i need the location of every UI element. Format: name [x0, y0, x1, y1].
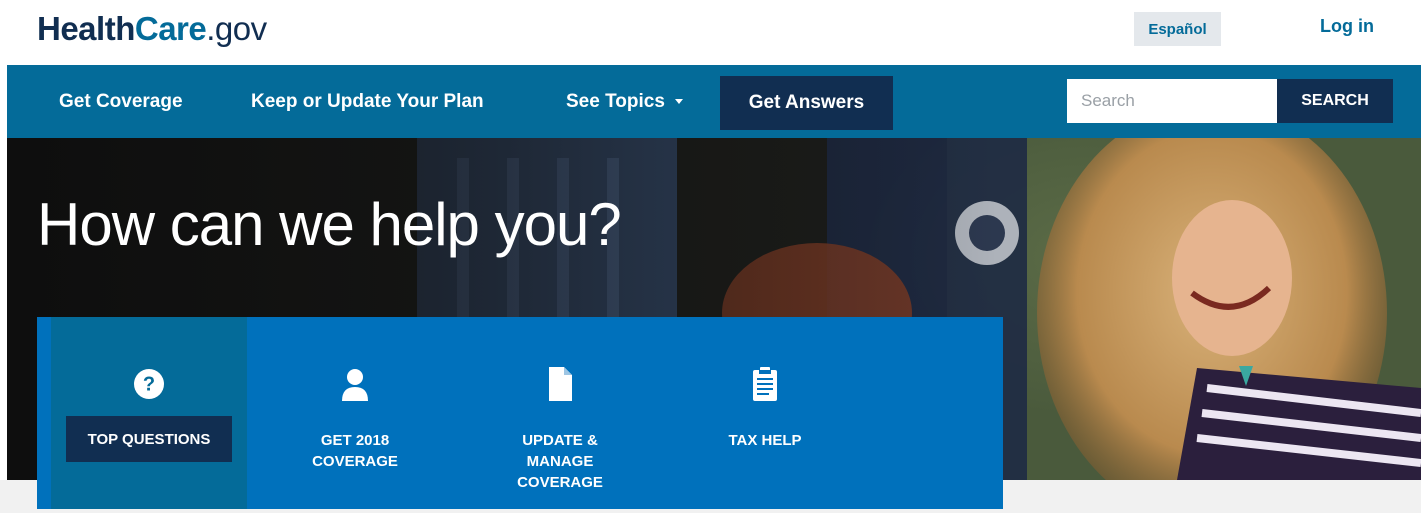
nav-item-keep-or-update-plan[interactable]: Keep or Update Your Plan	[251, 65, 484, 138]
question-circle-icon: ?	[51, 367, 247, 401]
nav-item-get-coverage[interactable]: Get Coverage	[59, 65, 183, 138]
help-panel: ? TOP QUESTIONS GET 2018 COVERAGE UPDATE…	[37, 317, 1003, 509]
nav-item-see-topics[interactable]: See Topics	[566, 65, 683, 138]
tile-label: GET 2018 COVERAGE	[312, 432, 398, 470]
logo-part-gov: .gov	[206, 10, 267, 47]
tile-label: UPDATE & MANAGE COVERAGE	[517, 432, 603, 491]
search-button[interactable]: SEARCH	[1277, 79, 1393, 123]
healthcare-gov-logo[interactable]: HealthCare.gov	[37, 9, 267, 49]
tile-label: TOP QUESTIONS	[66, 416, 232, 462]
hero-title: How can we help you?	[37, 191, 622, 258]
person-icon	[257, 367, 453, 401]
nav-item-label: Get Coverage	[59, 90, 183, 112]
clipboard-icon	[667, 367, 863, 401]
nav-item-label: Keep or Update Your Plan	[251, 90, 484, 112]
espanol-button[interactable]: Español	[1134, 12, 1221, 46]
nav-item-label: See Topics	[566, 90, 665, 112]
logo-part-care: Care	[134, 10, 207, 47]
logo-part-health: Health	[37, 10, 135, 47]
chevron-down-icon	[674, 99, 683, 104]
tile-update-manage-coverage[interactable]: UPDATE & MANAGE COVERAGE	[462, 317, 658, 509]
tile-get-2018-coverage[interactable]: GET 2018 COVERAGE	[257, 317, 453, 509]
site-header: HealthCare.gov Español Log in	[0, 0, 1421, 64]
login-link[interactable]: Log in	[1320, 16, 1374, 37]
svg-text:?: ?	[143, 374, 155, 396]
nav-item-label: Get Answers	[748, 92, 865, 113]
main-nav: Get Coverage Keep or Update Your Plan Se…	[7, 65, 1421, 138]
tile-tax-help[interactable]: TAX HELP	[667, 317, 863, 509]
nav-item-get-answers[interactable]: Get Answers	[720, 76, 893, 130]
tile-label: TAX HELP	[728, 432, 802, 449]
search-input[interactable]	[1067, 79, 1277, 123]
document-icon	[462, 367, 658, 401]
tile-top-questions[interactable]: ? TOP QUESTIONS	[51, 317, 247, 509]
